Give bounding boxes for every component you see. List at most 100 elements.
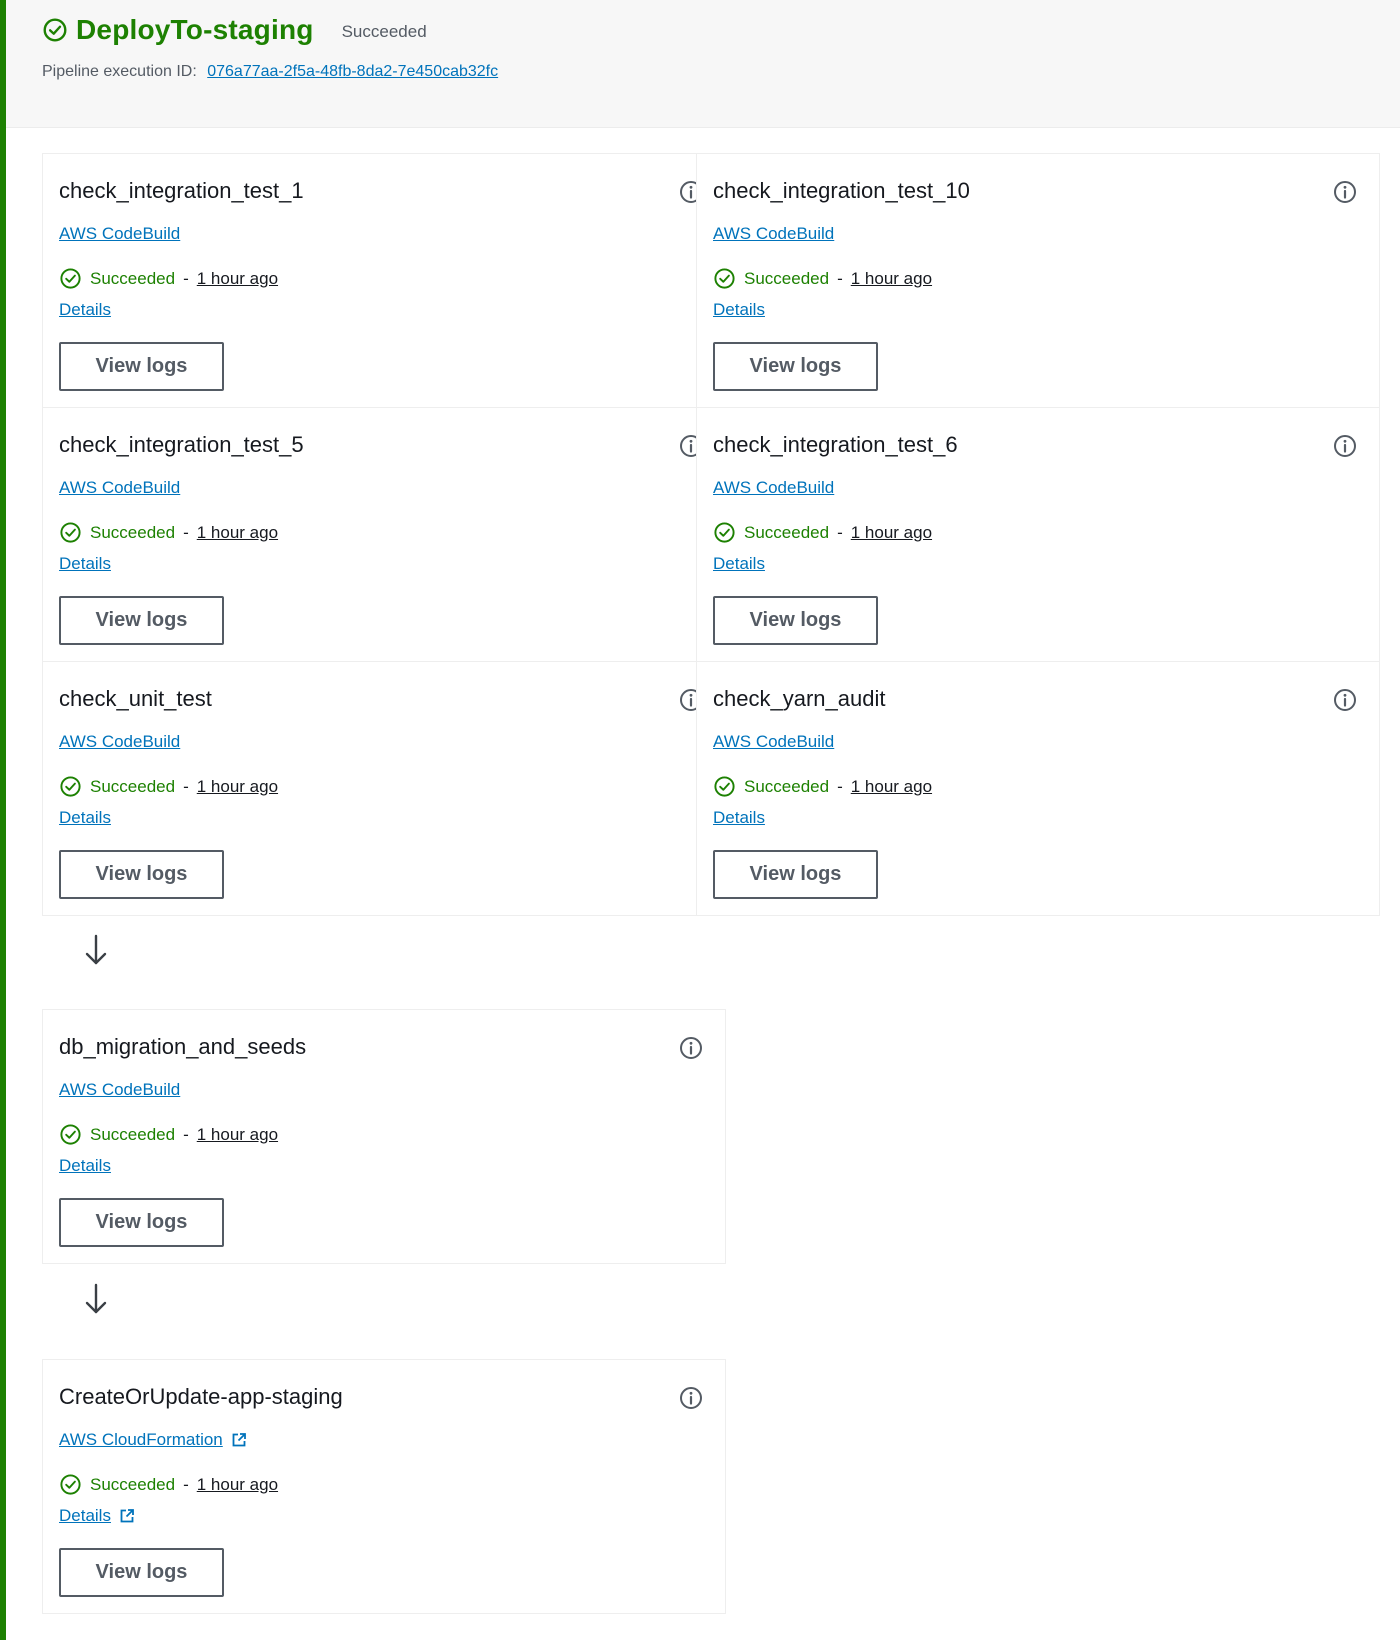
execution-id-link[interactable]: 076a77aa-2f5a-48fb-8da2-7e450cab32fc	[207, 63, 498, 80]
status-separator: -	[183, 776, 189, 796]
action-status-row: Succeeded - 1 hour ago	[59, 1473, 278, 1496]
info-icon[interactable]	[679, 1036, 703, 1060]
action-provider-link[interactable]: AWS CodeBuild	[713, 732, 834, 752]
action-status: Succeeded	[90, 776, 176, 796]
view-logs-button[interactable]: View logs	[59, 596, 224, 645]
status-separator: -	[183, 522, 189, 542]
action-details-link[interactable]: Details	[59, 1156, 111, 1176]
action-status-row: Succeeded - 1 hour ago	[713, 267, 932, 290]
action-details-label: Details	[713, 554, 765, 573]
action-status: Succeeded	[90, 522, 176, 542]
view-logs-button[interactable]: View logs	[59, 342, 224, 391]
action-card: check_integration_test_5 AWS CodeBuild S…	[42, 407, 726, 662]
action-card: db_migration_and_seeds AWS CodeBuild Suc…	[42, 1009, 726, 1264]
action-provider-link[interactable]: AWS CodeBuild	[713, 478, 834, 498]
action-status: Succeeded	[744, 776, 830, 796]
info-icon[interactable]	[679, 1386, 703, 1410]
status-separator: -	[837, 776, 843, 796]
check-circle-icon	[714, 776, 735, 797]
action-card: CreateOrUpdate-app-staging AWS CloudForm…	[42, 1359, 726, 1614]
action-provider-link[interactable]: AWS CodeBuild	[713, 224, 834, 244]
action-card: check_unit_test AWS CodeBuild Succeeded …	[42, 661, 726, 916]
action-provider-label: AWS CodeBuild	[59, 224, 181, 243]
action-name: CreateOrUpdate-app-staging	[59, 1384, 343, 1409]
status-separator: -	[183, 1474, 189, 1494]
info-icon[interactable]	[1333, 180, 1357, 204]
action-status: Succeeded	[90, 268, 176, 288]
view-logs-button[interactable]: View logs	[713, 850, 878, 899]
view-logs-button[interactable]: View logs	[713, 596, 878, 645]
stage-title: DeployTo-staging	[76, 14, 314, 45]
action-time-link[interactable]: 1 hour ago	[851, 777, 932, 797]
action-details-link[interactable]: Details	[59, 554, 111, 574]
action-time-link[interactable]: 1 hour ago	[197, 269, 278, 289]
stage-title-row: DeployTo-staging Succeeded	[42, 14, 427, 46]
check-circle-icon	[60, 776, 81, 797]
action-time-link[interactable]: 1 hour ago	[197, 1475, 278, 1495]
view-logs-button[interactable]: View logs	[59, 850, 224, 899]
arrow-down-icon	[85, 934, 107, 965]
action-card: check_integration_test_1 AWS CodeBuild S…	[42, 153, 726, 408]
action-details-label: Details	[59, 1506, 111, 1525]
action-name: db_migration_and_seeds	[59, 1034, 307, 1059]
view-logs-button[interactable]: View logs	[59, 1198, 224, 1247]
view-logs-button[interactable]: View logs	[59, 1548, 224, 1597]
action-status: Succeeded	[90, 1474, 176, 1494]
action-details-link[interactable]: Details	[59, 300, 111, 320]
action-time-link[interactable]: 1 hour ago	[851, 269, 932, 289]
action-status-row: Succeeded - 1 hour ago	[713, 521, 932, 544]
action-provider-label: AWS CloudFormation	[59, 1430, 223, 1449]
action-time-link[interactable]: 1 hour ago	[851, 523, 932, 543]
action-status: Succeeded	[744, 522, 830, 542]
action-card: check_yarn_audit AWS CodeBuild Succeeded…	[696, 661, 1380, 916]
action-provider-link[interactable]: AWS CodeBuild	[59, 478, 180, 498]
action-details-label: Details	[713, 808, 765, 827]
action-provider-label: AWS CodeBuild	[59, 1080, 181, 1099]
action-status-row: Succeeded - 1 hour ago	[59, 267, 278, 290]
action-name: check_yarn_audit	[713, 686, 886, 711]
action-name: check_unit_test	[59, 686, 212, 711]
action-provider-label: AWS CodeBuild	[713, 732, 835, 751]
action-status-row: Succeeded - 1 hour ago	[713, 775, 932, 798]
check-circle-icon	[60, 268, 81, 289]
action-provider-link[interactable]: AWS CodeBuild	[59, 1080, 180, 1100]
external-link-icon	[232, 1433, 246, 1447]
arrow-down-icon	[85, 1283, 107, 1314]
action-provider-label: AWS CodeBuild	[59, 732, 181, 751]
execution-id-row: Pipeline execution ID: 076a77aa-2f5a-48f…	[42, 63, 498, 81]
status-separator: -	[837, 268, 843, 288]
check-circle-icon	[43, 18, 67, 42]
action-details-label: Details	[59, 1156, 111, 1175]
check-circle-icon	[714, 268, 735, 289]
info-icon[interactable]	[1333, 688, 1357, 712]
check-circle-icon	[60, 1124, 81, 1145]
action-details-label: Details	[59, 554, 111, 573]
stage-status: Succeeded	[341, 22, 427, 41]
action-details-link[interactable]: Details	[59, 808, 111, 828]
action-card: check_integration_test_10 AWS CodeBuild …	[696, 153, 1380, 408]
pipeline-stage: DeployTo-staging Succeeded Pipeline exec…	[0, 0, 1400, 1640]
action-provider-label: AWS CodeBuild	[59, 478, 181, 497]
action-time-link[interactable]: 1 hour ago	[197, 1125, 278, 1145]
action-time-link[interactable]: 1 hour ago	[197, 523, 278, 543]
action-provider-link[interactable]: AWS CodeBuild	[59, 224, 180, 244]
check-circle-icon	[714, 522, 735, 543]
action-details-link[interactable]: Details	[713, 554, 765, 574]
action-time-link[interactable]: 1 hour ago	[197, 777, 278, 797]
action-details-link[interactable]: Details	[59, 1506, 135, 1526]
action-details-label: Details	[59, 808, 111, 827]
action-provider-link[interactable]: AWS CodeBuild	[59, 732, 180, 752]
view-logs-button[interactable]: View logs	[713, 342, 878, 391]
action-provider-link[interactable]: AWS CloudFormation	[59, 1430, 247, 1450]
action-name: check_integration_test_5	[59, 432, 304, 457]
status-separator: -	[837, 522, 843, 542]
action-details-label: Details	[713, 300, 765, 319]
external-link-icon	[120, 1509, 134, 1523]
info-icon[interactable]	[1333, 434, 1357, 458]
action-details-link[interactable]: Details	[713, 808, 765, 828]
action-status: Succeeded	[744, 268, 830, 288]
action-provider-label: AWS CodeBuild	[713, 224, 835, 243]
action-details-link[interactable]: Details	[713, 300, 765, 320]
check-circle-icon	[60, 1474, 81, 1495]
action-details-label: Details	[59, 300, 111, 319]
